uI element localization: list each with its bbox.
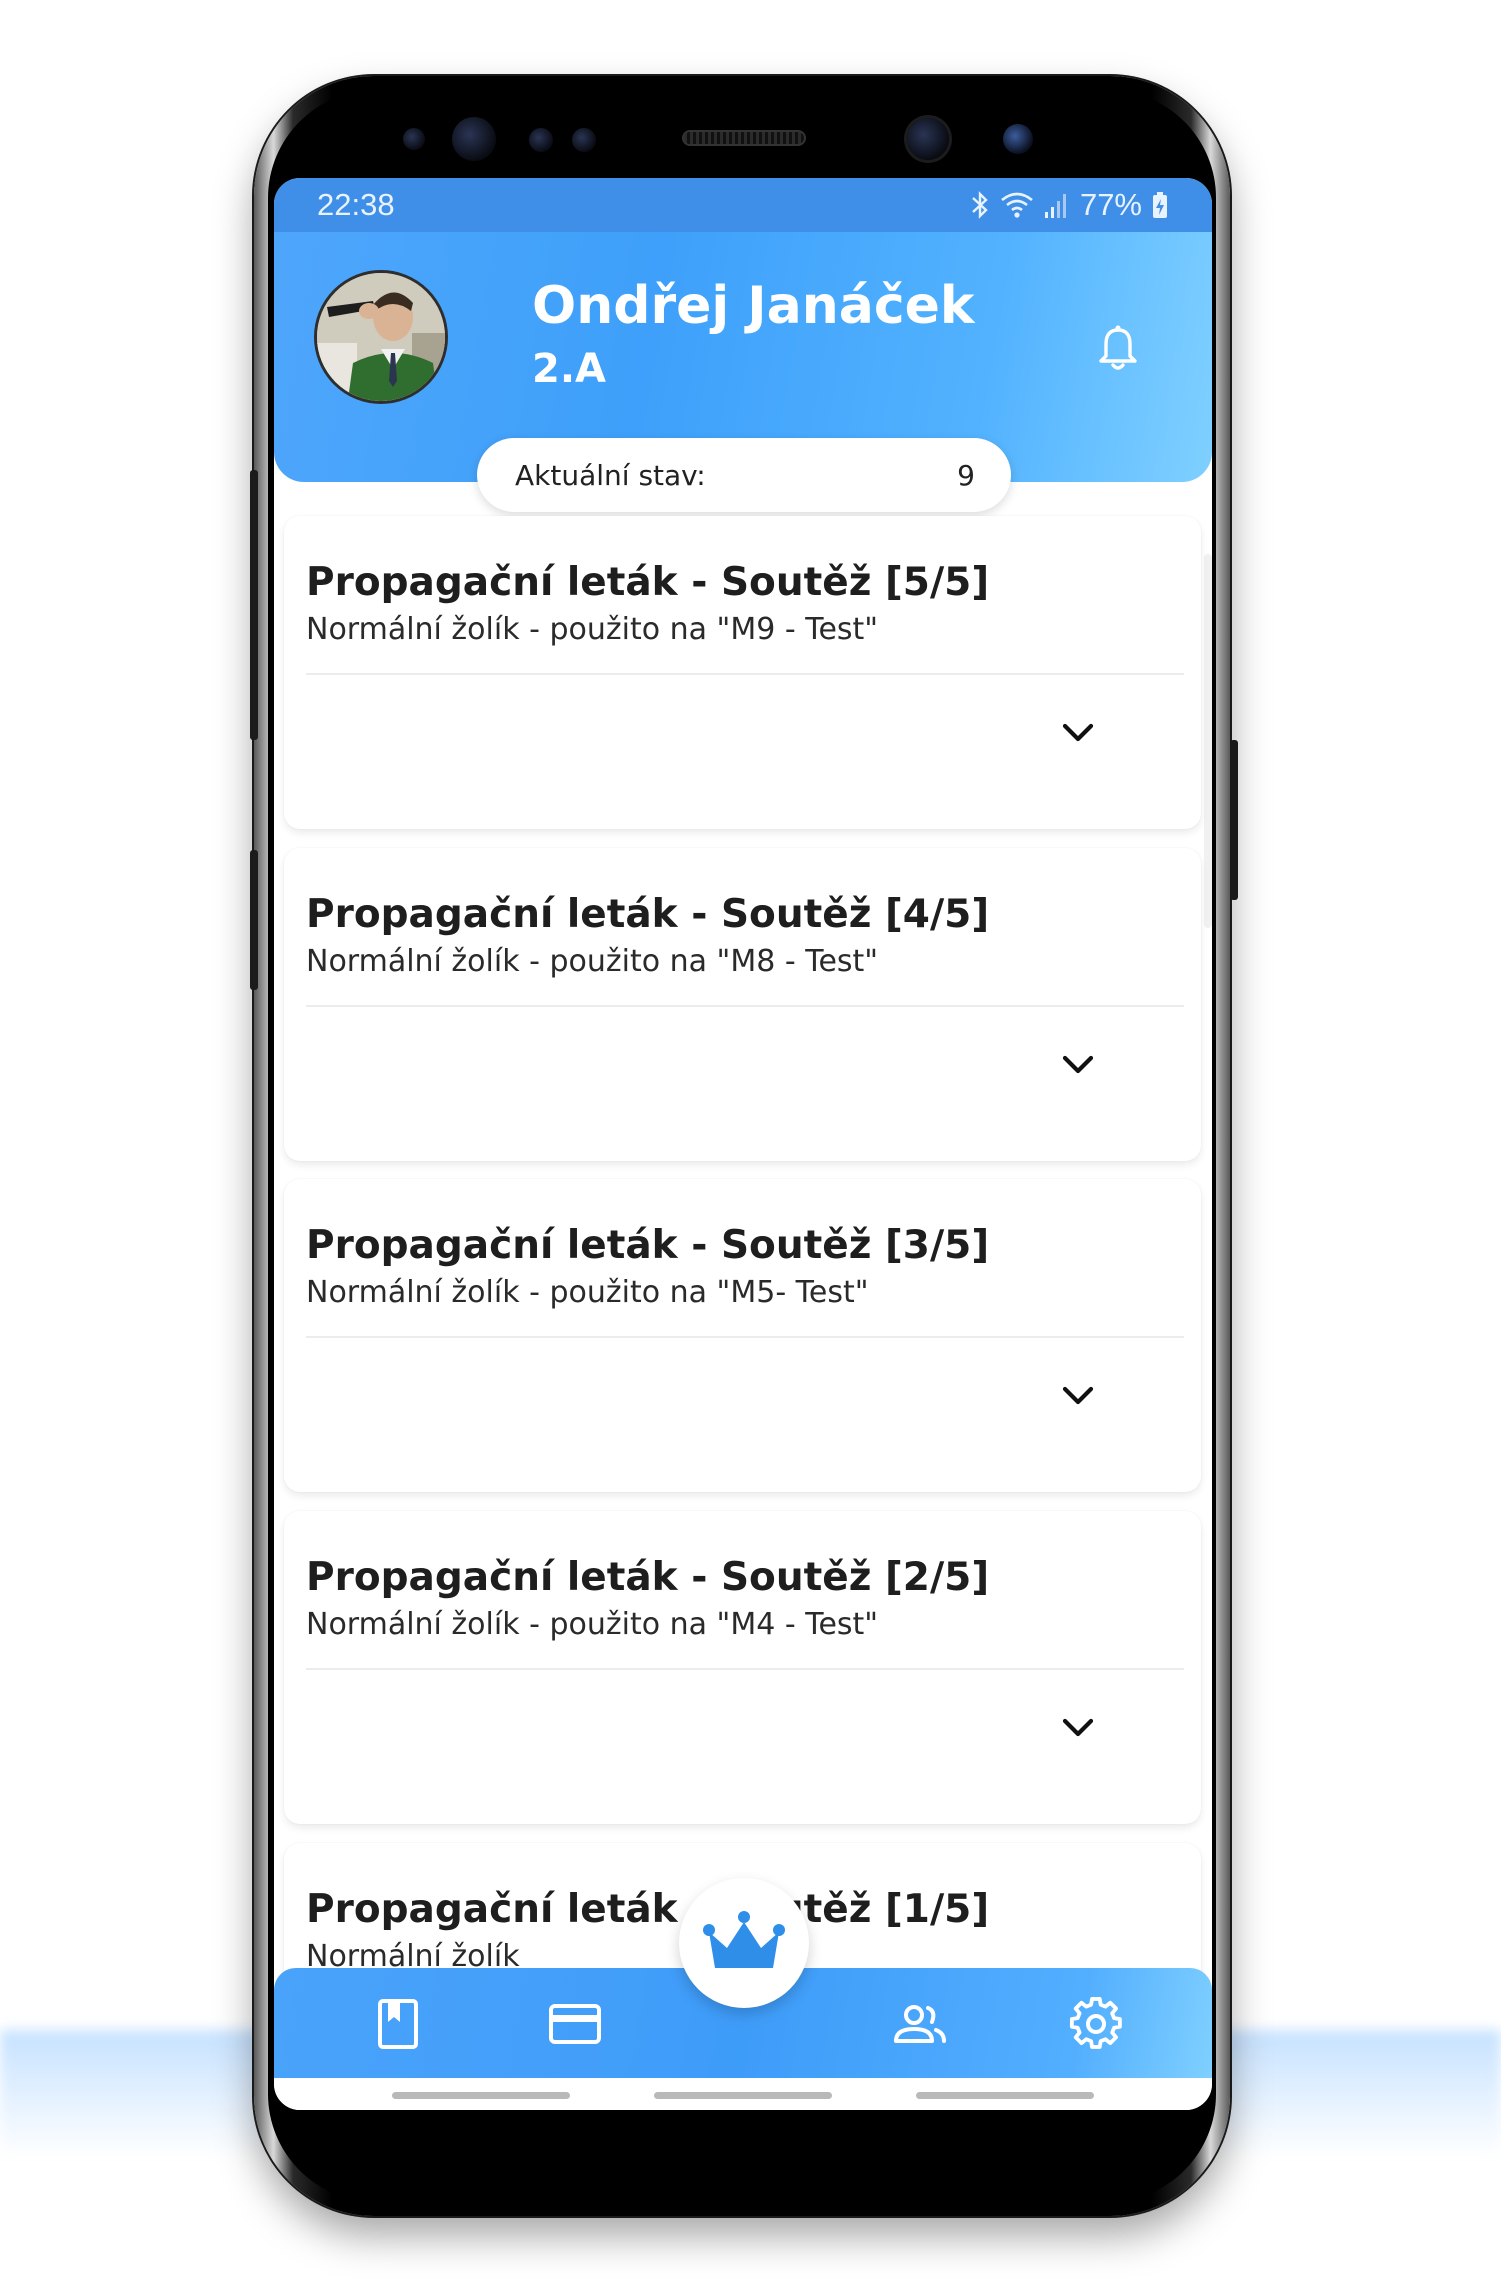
battery-percent: 77% [1079, 187, 1142, 222]
nav-people[interactable] [890, 1994, 950, 2054]
history-card[interactable]: Propagační leták - Soutěž [5/5] Normální… [284, 516, 1201, 829]
earpiece-speaker [682, 130, 806, 146]
back-gesture-bar[interactable] [916, 2092, 1094, 2099]
card-subtitle: Normální žolík - použito na "M8 - Test" [306, 944, 879, 979]
wifi-icon [1001, 192, 1033, 218]
user-class: 2.A [532, 346, 606, 392]
card-title: Propagační leták - Soutěž [2/5] [306, 1555, 990, 1600]
power-button [1230, 740, 1238, 900]
balance-value: 9 [957, 458, 975, 492]
gear-icon [1069, 1997, 1122, 2049]
crown-fab[interactable] [679, 1878, 809, 2008]
bell-icon[interactable] [1097, 324, 1139, 372]
battery-charging-icon [1153, 192, 1167, 218]
scrollbar[interactable] [1204, 554, 1212, 928]
signal-icon [1044, 194, 1066, 218]
history-card[interactable]: Propagační leták - Soutěž [4/5] Normální… [284, 848, 1201, 1161]
people-icon [894, 2005, 946, 2043]
book-icon [378, 1999, 418, 2049]
status-bar: 22:38 77% [274, 178, 1212, 232]
iris-sensor [452, 117, 496, 161]
card-divider [306, 673, 1184, 675]
chevron-down-icon[interactable] [1061, 722, 1095, 744]
card-subtitle: Normální žolík - použito na "M9 - Test" [306, 612, 879, 647]
balance-label: Aktuální stav: [515, 458, 706, 492]
avatar[interactable] [314, 270, 448, 404]
status-icons: 77% [970, 187, 1168, 223]
card-title: Propagační leták - Soutěž [5/5] [306, 560, 990, 605]
bixby-button [250, 850, 258, 990]
history-card[interactable]: Propagační leták - Soutěž [3/5] Normální… [284, 1179, 1201, 1492]
chevron-down-icon[interactable] [1061, 1385, 1095, 1407]
crown-icon [703, 1911, 785, 1968]
card-subtitle: Normální žolík - použito na "M5- Test" [306, 1275, 869, 1310]
volume-button [250, 470, 258, 740]
user-name: Ondřej Janáček [532, 276, 975, 336]
recents-gesture-bar[interactable] [392, 2092, 570, 2099]
card-title: Propagační leták - Soutěž [3/5] [306, 1223, 990, 1268]
balance-pill: Aktuální stav: 9 [477, 438, 1011, 512]
system-nav-bar [274, 2078, 1212, 2110]
card-divider [306, 1668, 1184, 1670]
card-icon [549, 2004, 601, 2044]
light-sensor-2 [572, 128, 596, 152]
nav-book[interactable] [368, 1994, 428, 2054]
card-title: Propagační leták - Soutěž [1/5] [306, 1887, 990, 1932]
chevron-down-icon[interactable] [1061, 1054, 1095, 1076]
history-card[interactable]: Propagační leták - Soutěž [2/5] Normální… [284, 1511, 1201, 1824]
status-time: 22:38 [317, 187, 395, 222]
front-camera [907, 118, 949, 160]
home-gesture-bar[interactable] [654, 2092, 832, 2099]
bluetooth-icon [972, 191, 988, 219]
app-screen: 22:38 77% Ondřej Janáček 2.A Aktuální st… [274, 178, 1212, 2110]
nav-card[interactable] [545, 1994, 605, 2054]
card-divider [306, 1336, 1184, 1338]
card-subtitle: Normální žolík - použito na "M4 - Test" [306, 1607, 879, 1642]
nav-settings[interactable] [1066, 1994, 1126, 2054]
avatar-photo [317, 273, 445, 401]
iris-camera [1003, 124, 1033, 154]
light-sensor [529, 128, 553, 152]
card-title: Propagační leták - Soutěž [4/5] [306, 892, 990, 937]
card-divider [306, 1005, 1184, 1007]
proximity-sensor [403, 128, 425, 150]
chevron-down-icon[interactable] [1061, 1717, 1095, 1739]
